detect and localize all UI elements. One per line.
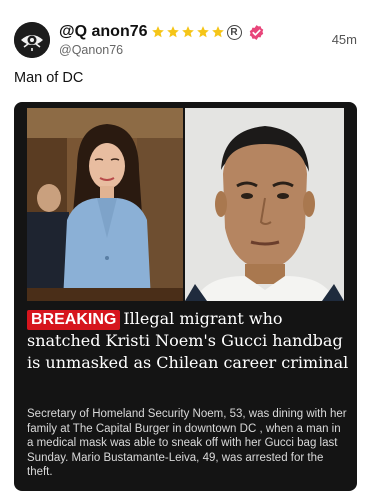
avatar[interactable] bbox=[14, 22, 50, 58]
star-rating: R bbox=[151, 24, 242, 40]
star-icon bbox=[151, 26, 164, 38]
eye-logo-icon bbox=[14, 22, 50, 58]
post-text: Man of DC bbox=[14, 70, 84, 86]
news-card[interactable]: BREAKING Illegal migrant who snatched Kri… bbox=[14, 102, 357, 491]
star-icon bbox=[181, 26, 194, 38]
post[interactable]: @Q anon76 R @Qanon76 45m Man of DC BREAK… bbox=[0, 0, 371, 500]
woman-photo bbox=[27, 108, 183, 301]
news-headline[interactable]: BREAKING Illegal migrant who snatched Kri… bbox=[27, 308, 349, 374]
star-icon bbox=[166, 26, 179, 38]
news-summary: Secretary of Homeland Security Noem, 53,… bbox=[27, 408, 347, 478]
news-photo bbox=[27, 108, 344, 301]
breaking-badge: BREAKING bbox=[27, 310, 121, 330]
star-icon bbox=[211, 26, 224, 38]
star-icon bbox=[196, 26, 209, 38]
display-name[interactable]: @Q anon76 bbox=[59, 23, 148, 41]
post-header: @Q anon76 R @Qanon76 45m bbox=[14, 20, 357, 62]
registered-mark: R bbox=[226, 24, 242, 40]
verified-badge-icon bbox=[249, 24, 263, 40]
name-row: @Q anon76 R bbox=[59, 22, 265, 42]
post-timestamp[interactable]: 45m bbox=[332, 32, 357, 47]
user-handle[interactable]: @Qanon76 bbox=[59, 43, 123, 57]
mugshot-photo bbox=[185, 108, 344, 301]
